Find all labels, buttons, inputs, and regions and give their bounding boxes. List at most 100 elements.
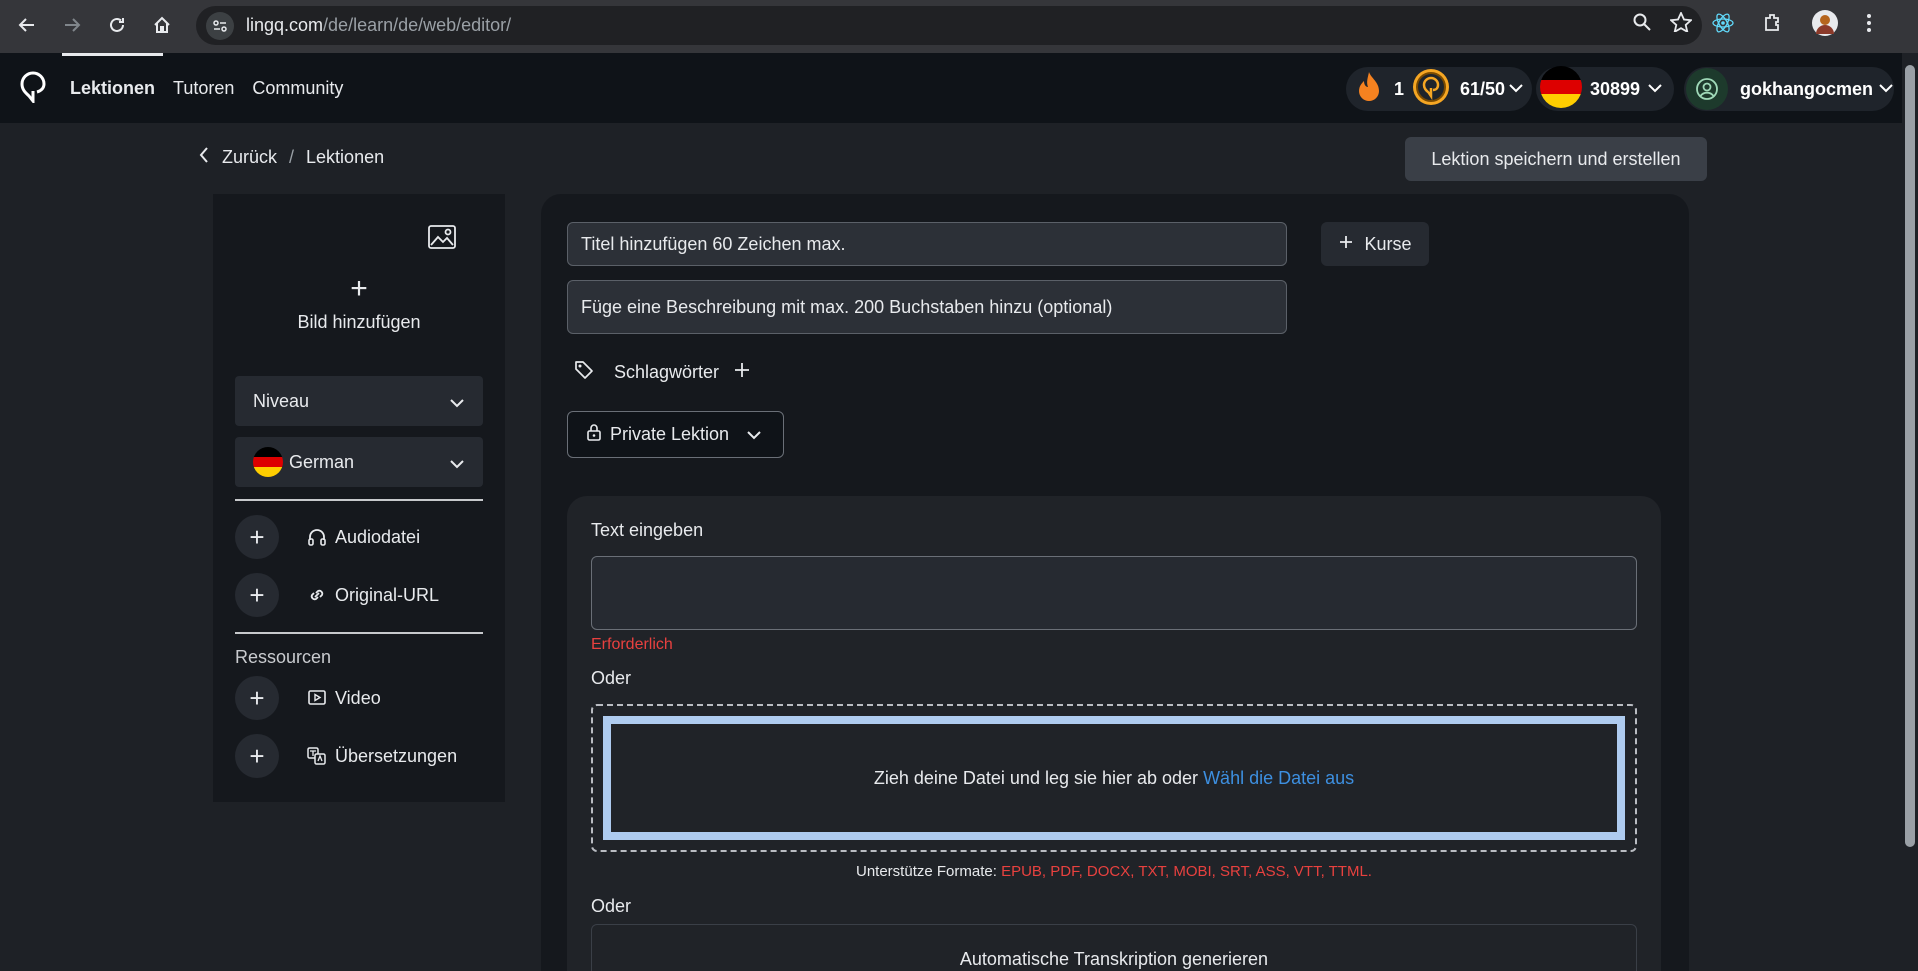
auto-transcription-button[interactable]: Automatische Transkription generieren [591, 924, 1637, 971]
supported-formats: Unterstütze Formate: EPUB, PDF, DOCX, TX… [567, 863, 1661, 880]
bookmark-star-icon[interactable] [1668, 10, 1694, 37]
plus-icon[interactable]: + [235, 573, 279, 617]
scrollbar-thumb[interactable] [1905, 65, 1915, 847]
breadcrumb-back[interactable]: Zurück [222, 147, 277, 168]
profile-avatar-icon[interactable] [1812, 10, 1838, 41]
translations-label: Übersetzungen [335, 745, 458, 766]
breadcrumb: Zurück / Lektionen [198, 146, 384, 169]
courses-button[interactable]: Kurse [1321, 222, 1429, 266]
address-bar[interactable]: lingq.com/de/learn/de/web/editor/ [196, 6, 1702, 45]
add-image-button[interactable]: + Bild hinzufügen [213, 274, 505, 333]
level-select-label: Niveau [253, 390, 310, 411]
description-input[interactable]: Füge eine Beschreibung mit max. 200 Buch… [567, 280, 1287, 334]
level-select[interactable]: Niveau [235, 376, 483, 426]
video-icon [307, 689, 329, 707]
plus-icon [1338, 234, 1354, 255]
plus-icon[interactable]: + [235, 676, 279, 720]
add-translations-row[interactable]: + Übersetzungen [235, 733, 483, 779]
german-flag-icon [1540, 65, 1582, 113]
headphones-icon [307, 528, 329, 546]
privacy-label: Private Lektion [610, 424, 730, 444]
tags-label: Schlagwörter [614, 362, 720, 382]
browser-toolbar: lingq.com/de/learn/de/web/editor/ [0, 0, 1918, 53]
tags-row: Schlagwörter [574, 360, 751, 385]
react-devtools-icon[interactable] [1712, 12, 1734, 39]
reload-icon[interactable] [104, 12, 130, 38]
url-text: lingq.com/de/learn/de/web/editor/ [246, 15, 511, 36]
streak-count: 1 [1394, 78, 1405, 99]
username: gokhangocmen [1740, 78, 1874, 99]
resources-heading: Ressourcen [235, 647, 332, 667]
dropzone-inner[interactable]: Zieh deine Datei und leg sie hier ab ode… [603, 716, 1625, 840]
video-label: Video [335, 687, 381, 708]
language-select[interactable]: German [235, 437, 483, 487]
translate-icon [307, 747, 329, 765]
lesson-sidebar: + Bild hinzufügen Niveau German + Audiod… [213, 194, 505, 802]
chevron-down-icon [1648, 80, 1662, 98]
or-label: Oder [591, 668, 632, 688]
lesson-editor: Titel hinzufügen 60 Zeichen max. Kurse F… [541, 194, 1689, 971]
site-info-icon[interactable] [206, 11, 234, 40]
add-url-row[interactable]: + Original-URL [235, 572, 483, 618]
text-textarea[interactable] [591, 556, 1637, 630]
streak-coins-pill[interactable]: 1 61/50 [1346, 67, 1532, 111]
url-label: Original-URL [335, 584, 440, 605]
courses-label: Kurse [1364, 233, 1412, 254]
chevron-down-icon [1879, 80, 1893, 98]
forward-icon[interactable] [59, 12, 85, 38]
add-audio-row[interactable]: + Audiodatei [235, 514, 483, 560]
breadcrumb-current[interactable]: Lektionen [306, 147, 384, 168]
coins-count: 61/50 [1460, 78, 1506, 99]
coin-icon [1412, 68, 1450, 111]
image-icon[interactable] [427, 222, 457, 257]
privacy-dropdown[interactable]: Private Lektion [567, 411, 784, 458]
add-image-label: Bild hinzufügen [297, 312, 421, 332]
zoom-icon[interactable] [1632, 12, 1652, 37]
choose-file-link[interactable]: Wähl die Datei aus [1203, 768, 1354, 789]
chevron-left-icon[interactable] [198, 146, 210, 169]
url-host: lingq.com [246, 15, 324, 35]
language-stats-pill[interactable]: 30899 [1536, 65, 1674, 113]
add-video-row[interactable]: + Video [235, 675, 483, 721]
chevron-down-icon [1509, 80, 1523, 98]
or-label: Oder [591, 896, 632, 916]
nav-tutoren[interactable]: Tutoren [173, 53, 234, 123]
breadcrumb-separator: / [289, 147, 295, 167]
url-path: /de/learn/de/web/editor/ [323, 15, 512, 35]
tag-icon [574, 360, 594, 385]
page-scrollbar[interactable] [1902, 53, 1918, 971]
chevron-down-icon [747, 424, 761, 445]
plus-icon[interactable]: + [235, 734, 279, 778]
required-error: Erforderlich [591, 636, 673, 653]
german-flag-icon [253, 447, 283, 477]
back-icon[interactable] [14, 12, 40, 38]
nav-lektionen[interactable]: Lektionen [61, 53, 164, 123]
text-input-card: Text eingeben Erforderlich Oder Zieh dei… [567, 496, 1661, 971]
known-words-count: 30899 [1590, 78, 1641, 99]
title-input[interactable]: Titel hinzufügen 60 Zeichen max. [567, 222, 1287, 266]
audio-label: Audiodatei [335, 526, 421, 547]
main-nav: Lektionen Tutoren Community [61, 53, 343, 123]
home-icon[interactable] [149, 12, 175, 38]
plus-icon: + [350, 272, 368, 305]
divider [235, 632, 483, 634]
language-select-label: German [289, 451, 355, 472]
save-and-create-button[interactable]: Lektion speichern und erstellen [1405, 137, 1707, 181]
lock-icon [586, 423, 602, 446]
extensions-icon[interactable] [1762, 12, 1784, 39]
link-icon [307, 586, 329, 604]
lingq-logo-icon[interactable] [20, 71, 46, 108]
user-avatar-icon [1686, 68, 1728, 110]
add-tag-plus-icon[interactable] [733, 361, 751, 384]
formats-list: EPUB, PDF, DOCX, TXT, MOBI, SRT, ASS, VT… [1001, 863, 1372, 880]
app-header: Lektionen Tutoren Community 1 61/50 3089… [0, 53, 1918, 123]
text-label: Text eingeben [591, 520, 704, 540]
user-menu[interactable]: gokhangocmen [1684, 67, 1894, 111]
flame-icon [1354, 70, 1384, 109]
plus-icon[interactable]: + [235, 515, 279, 559]
nav-community[interactable]: Community [252, 53, 343, 123]
divider [235, 499, 483, 501]
dropzone-text: Zieh deine Datei und leg sie hier ab ode… [873, 767, 1199, 788]
browser-menu-icon[interactable] [1866, 13, 1872, 38]
file-dropzone[interactable]: Zieh deine Datei und leg sie hier ab ode… [591, 704, 1637, 852]
